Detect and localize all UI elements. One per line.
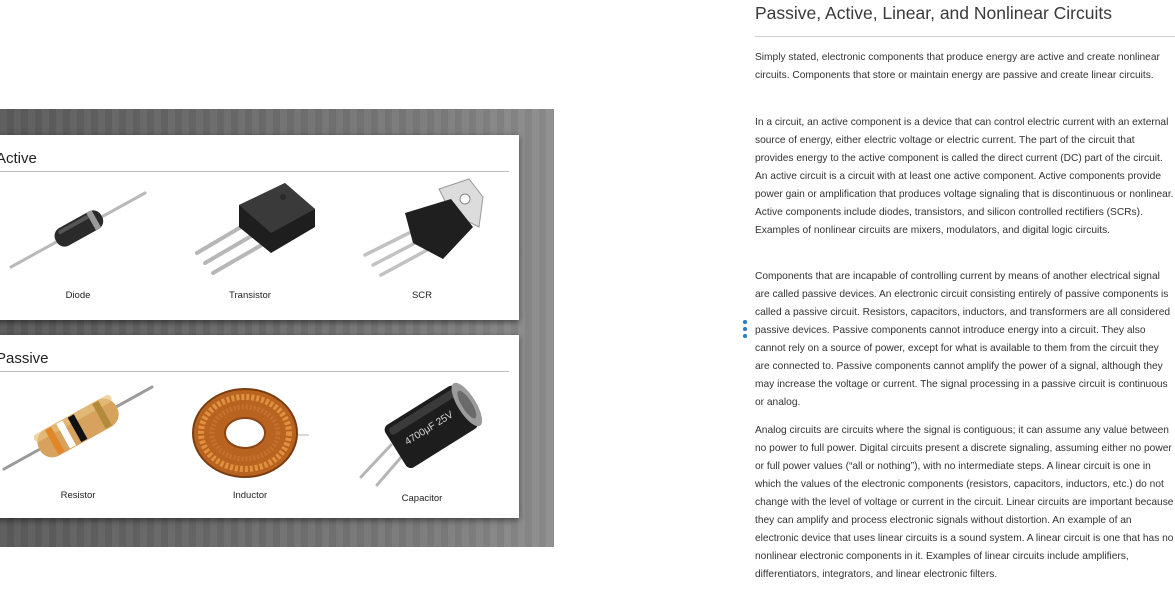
article-paragraph: Analog circuits are circuits where the s… bbox=[755, 425, 1174, 580]
components-figure: Active Diode Transistor SCR Passive Resi… bbox=[0, 109, 554, 547]
transistor-label: Transistor bbox=[229, 290, 271, 301]
transistor-icon bbox=[195, 183, 315, 275]
article-paragraph: Simply stated, electronic components tha… bbox=[755, 52, 1160, 81]
diode-item: Diode bbox=[9, 177, 147, 317]
passive-components-card: Passive Resistor Inductor 4700μF 25V Cap… bbox=[0, 335, 519, 518]
capacitor-item: 4700μF 25V Capacitor bbox=[359, 367, 483, 517]
passive-group-title: Passive bbox=[0, 350, 49, 367]
scr-label: SCR bbox=[411, 290, 433, 301]
drag-handle-icon[interactable] bbox=[743, 320, 747, 338]
active-components-card: Active Diode Transistor SCR bbox=[0, 135, 519, 320]
title-divider bbox=[755, 36, 1175, 37]
inductor-label: Inductor bbox=[232, 490, 268, 501]
article-paragraph: In a circuit, an active component is a d… bbox=[755, 117, 1174, 236]
transistor-item: Transistor bbox=[190, 175, 315, 315]
active-group-title: Active bbox=[0, 150, 37, 167]
diode-icon bbox=[9, 191, 147, 269]
article-paragraph: Components that are incapable of control… bbox=[755, 271, 1171, 408]
resistor-label: Resistor bbox=[60, 490, 96, 501]
inductor-icon bbox=[192, 388, 309, 478]
capacitor-icon: 4700μF 25V bbox=[359, 382, 483, 487]
scr-icon bbox=[363, 178, 484, 277]
resistor-icon bbox=[2, 385, 154, 471]
article-title: Passive, Active, Linear, and Nonlinear C… bbox=[755, 3, 1112, 23]
divider bbox=[0, 171, 509, 172]
capacitor-label: Capacitor bbox=[401, 493, 443, 504]
diode-label: Diode bbox=[65, 290, 91, 301]
inductor-item: Inductor bbox=[190, 381, 310, 521]
resistor-item: Resistor bbox=[2, 377, 154, 517]
scr-item: SCR bbox=[362, 177, 484, 317]
